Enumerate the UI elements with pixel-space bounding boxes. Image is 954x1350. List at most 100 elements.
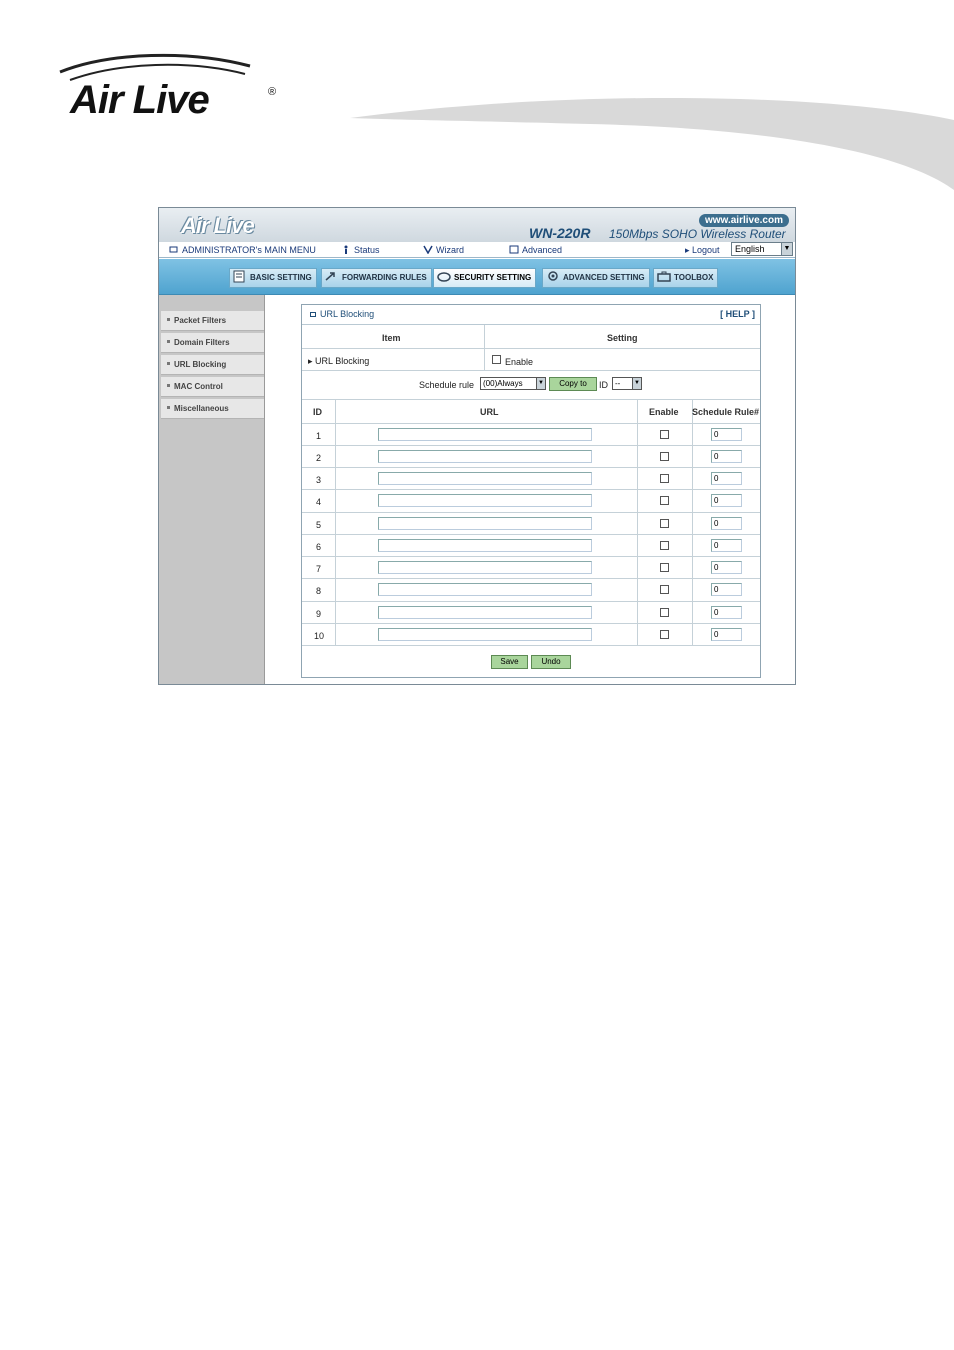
url-input[interactable] bbox=[378, 561, 592, 574]
row-enable-checkbox[interactable] bbox=[660, 563, 669, 572]
row-divider bbox=[302, 534, 760, 535]
document-header: Air Live ® bbox=[0, 0, 954, 200]
schedule-rule-input[interactable]: 0 bbox=[711, 561, 742, 574]
admin-main-menu-label: ADMINISTRATOR's MAIN MENU bbox=[182, 245, 316, 255]
sidebar-item-label: Packet Filters bbox=[174, 316, 227, 325]
sidebar-item-url-blocking[interactable]: URL Blocking bbox=[161, 355, 264, 375]
advanced-label: Advanced bbox=[522, 245, 563, 255]
tab-forwarding-rules[interactable]: FORWARDING RULES bbox=[321, 268, 432, 288]
bullet-icon bbox=[167, 318, 170, 321]
lock-icon bbox=[436, 270, 452, 283]
app-logo: Air Live bbox=[181, 213, 255, 238]
tab-label: FORWARDING RULES bbox=[342, 273, 427, 282]
url-blocking-row-label: ▸ URL Blocking bbox=[308, 356, 369, 367]
url-input[interactable] bbox=[378, 472, 592, 485]
tab-basic-setting[interactable]: BASIC SETTING bbox=[229, 268, 317, 288]
schedule-rule-input[interactable]: 0 bbox=[711, 517, 742, 530]
url-input[interactable] bbox=[378, 428, 592, 441]
bullet-icon bbox=[167, 340, 170, 343]
url-input[interactable] bbox=[378, 606, 592, 619]
row-enable-checkbox[interactable] bbox=[660, 452, 669, 461]
advanced-link[interactable]: Advanced bbox=[509, 245, 562, 255]
sidebar-item-miscellaneous[interactable]: Miscellaneous bbox=[161, 399, 264, 419]
copy-id-value: -- bbox=[615, 379, 621, 388]
schedule-rule-input[interactable]: 0 bbox=[711, 583, 742, 596]
schedule-rule-input[interactable]: 0 bbox=[711, 472, 742, 485]
copy-to-button[interactable]: Copy to bbox=[549, 377, 597, 391]
undo-button[interactable]: Undo bbox=[531, 655, 571, 669]
sidebar-item-domain-filters[interactable]: Domain Filters bbox=[161, 333, 264, 353]
url-input[interactable] bbox=[378, 628, 592, 641]
row-divider bbox=[302, 578, 760, 579]
url-input[interactable] bbox=[378, 450, 592, 463]
wizard-icon bbox=[423, 245, 433, 255]
row-enable-checkbox[interactable] bbox=[660, 474, 669, 483]
row-divider bbox=[302, 512, 760, 513]
row-id: 5 bbox=[316, 520, 322, 530]
row-enable-checkbox[interactable] bbox=[660, 519, 669, 528]
row-enable-checkbox[interactable] bbox=[660, 585, 669, 594]
row-id: 9 bbox=[316, 609, 322, 619]
row-enable-checkbox[interactable] bbox=[660, 630, 669, 639]
tab-toolbox[interactable]: TOOLBOX bbox=[653, 268, 719, 288]
column-divider bbox=[335, 399, 336, 646]
sidebar-item-label: Miscellaneous bbox=[174, 404, 229, 413]
registered-mark: ® bbox=[268, 86, 277, 98]
language-select[interactable]: English ▼ bbox=[731, 242, 793, 256]
logout-link[interactable]: ▸ Logout bbox=[685, 245, 720, 256]
sidebar-item-mac-control[interactable]: MAC Control bbox=[161, 377, 264, 397]
row-id: 4 bbox=[316, 497, 322, 507]
url-input[interactable] bbox=[378, 494, 592, 507]
tab-label: TOOLBOX bbox=[674, 273, 714, 282]
row-enable-checkbox[interactable] bbox=[660, 430, 669, 439]
panel-title-text: URL Blocking bbox=[320, 309, 375, 319]
help-link[interactable]: [ HELP ] bbox=[720, 305, 755, 323]
app-banner: Air Live www.airlive.com WN-220R 150Mbps… bbox=[159, 208, 795, 242]
logout-label: Logout bbox=[692, 245, 720, 255]
row-divider bbox=[302, 467, 760, 468]
document-icon bbox=[232, 270, 248, 283]
url-blocking-row-text: URL Blocking bbox=[315, 356, 370, 366]
column-divider bbox=[692, 399, 693, 646]
gear-icon bbox=[545, 270, 561, 283]
tab-security-setting[interactable]: SECURITY SETTING bbox=[433, 268, 537, 288]
wizard-link[interactable]: Wizard bbox=[423, 245, 464, 255]
col-url-header: URL bbox=[480, 407, 499, 417]
bullet-icon bbox=[167, 362, 170, 365]
schedule-rule-input[interactable]: 0 bbox=[711, 428, 742, 441]
schedule-rule-input[interactable]: 0 bbox=[711, 494, 742, 507]
schedule-rule-input[interactable]: 0 bbox=[711, 628, 742, 641]
url-input[interactable] bbox=[378, 583, 592, 596]
admin-main-menu-link[interactable]: ADMINISTRATOR's MAIN MENU bbox=[169, 245, 316, 255]
enable-url-blocking-checkbox[interactable] bbox=[492, 355, 501, 364]
row-id: 6 bbox=[316, 542, 322, 552]
status-icon bbox=[341, 245, 351, 254]
url-input[interactable] bbox=[378, 539, 592, 552]
schedule-rule-input[interactable]: 0 bbox=[711, 606, 742, 619]
row-id: 1 bbox=[316, 431, 322, 441]
row-enable-checkbox[interactable] bbox=[660, 608, 669, 617]
arrow-right-icon: ▸ bbox=[685, 245, 693, 255]
tab-advanced-setting[interactable]: ADVANCED SETTING bbox=[542, 268, 650, 288]
save-button[interactable]: Save bbox=[491, 655, 528, 669]
schedule-rule-input[interactable]: 0 bbox=[711, 450, 742, 463]
copy-id-select[interactable]: -- ▼ bbox=[612, 377, 642, 390]
row-enable-checkbox[interactable] bbox=[660, 541, 669, 550]
tab-label: BASIC SETTING bbox=[250, 273, 312, 282]
sidebar-item-label: MAC Control bbox=[174, 382, 223, 391]
row-divider bbox=[302, 601, 760, 602]
chevron-down-icon: ▼ bbox=[536, 378, 545, 389]
schedule-rule-input[interactable]: 0 bbox=[711, 539, 742, 552]
sidebar-item-packet-filters[interactable]: Packet Filters bbox=[161, 311, 264, 331]
schedule-rule-select[interactable]: (00)Always ▼ bbox=[480, 377, 546, 390]
header-item: Item bbox=[382, 333, 401, 343]
row-id: 3 bbox=[316, 475, 322, 485]
wizard-label: Wizard bbox=[436, 245, 465, 255]
row-enable-checkbox[interactable] bbox=[660, 496, 669, 505]
url-input[interactable] bbox=[378, 517, 592, 530]
status-link[interactable]: Status bbox=[341, 245, 380, 255]
chevron-down-icon: ▼ bbox=[781, 243, 792, 255]
website-badge[interactable]: www.airlive.com bbox=[699, 214, 789, 227]
schedule-rule-label: Schedule rule bbox=[419, 380, 475, 390]
status-label: Status bbox=[354, 245, 380, 255]
